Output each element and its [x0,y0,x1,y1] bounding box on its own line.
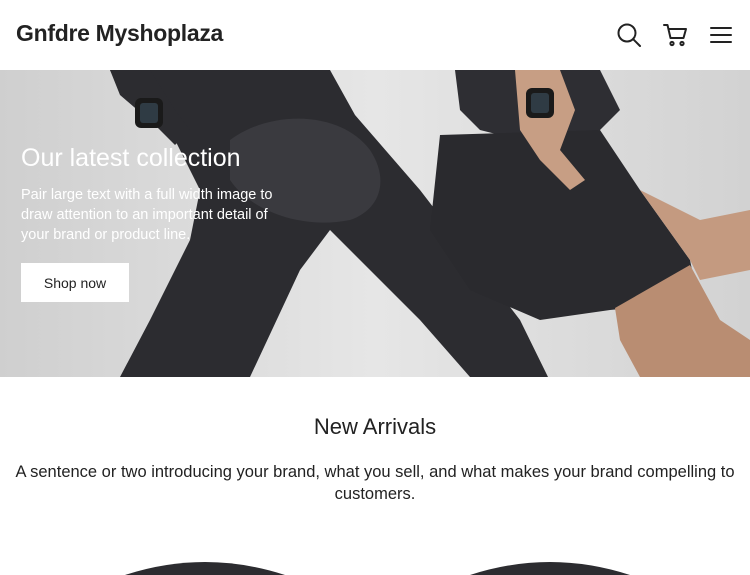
shop-now-button[interactable]: Shop now [21,263,129,302]
section-title: New Arrivals [313,414,437,439]
site-header: Gnfdre Myshoplaza [0,0,750,70]
cart-icon[interactable] [659,19,691,51]
section-description: A sentence or two introducing your brand… [15,463,735,503]
hero-description: Pair large text with a full width image … [21,187,273,243]
hero-banner: Our latest collection Pair large text wi… [0,70,750,377]
search-icon[interactable] [613,19,645,51]
product-image[interactable] [470,555,630,575]
menu-icon[interactable] [705,19,737,51]
product-image[interactable] [125,555,285,575]
store-logo[interactable]: Gnfdre Myshoplaza [16,20,223,47]
hero-title: Our latest collection [21,144,241,172]
